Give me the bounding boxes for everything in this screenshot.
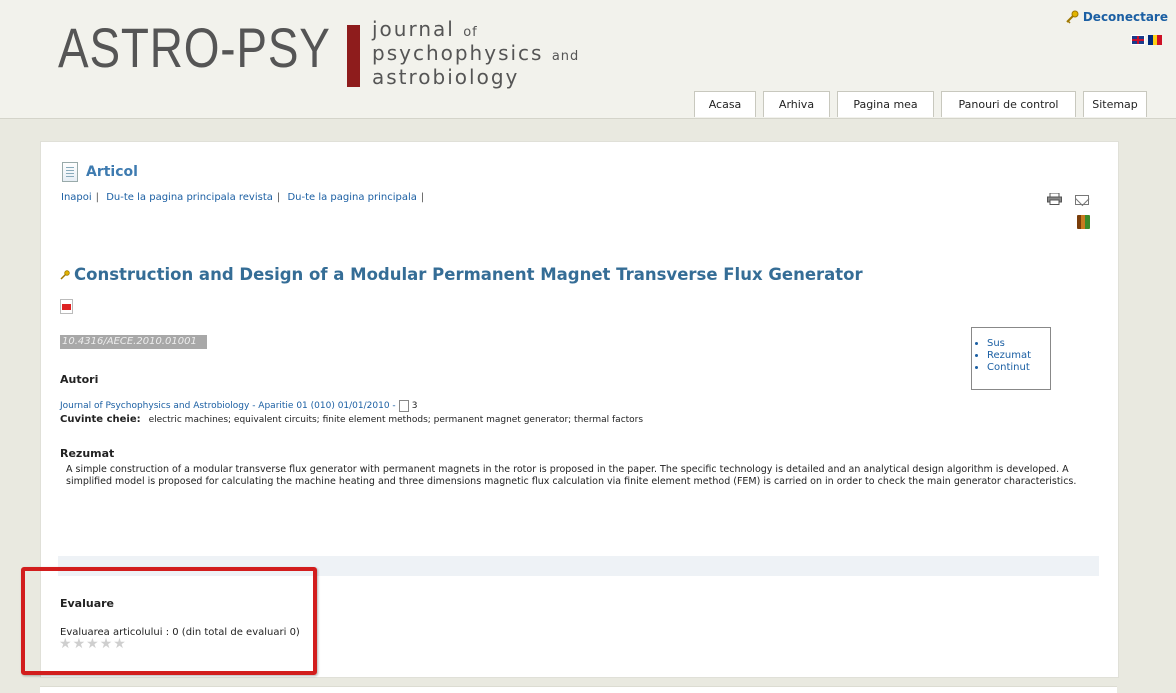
- breadcrumb: Inapoi | Du-te la pagina principala revis…: [61, 192, 425, 203]
- authors-heading: Autori: [60, 373, 99, 386]
- breadcrumb-site-home-link[interactable]: Du-te la pagina principala: [287, 192, 416, 203]
- toc-link-sus[interactable]: Sus: [987, 338, 1050, 350]
- journal-reference: Journal of Psychophysics and Astrobiolog…: [60, 400, 417, 412]
- print-icon[interactable]: [1047, 193, 1062, 205]
- abstract-text: A simple construction of a modular trans…: [66, 464, 1077, 487]
- article-title: Construction and Design of a Modular Per…: [60, 265, 863, 284]
- page-count: 3: [411, 401, 418, 411]
- toc-link-rezumat[interactable]: Rezumat: [987, 350, 1050, 362]
- tab-pagina-mea[interactable]: Pagina mea: [837, 91, 934, 117]
- logo-sub-line3: astrobiology: [372, 65, 520, 89]
- logo-sub-line2-small: and: [551, 49, 580, 64]
- abstract-heading: Rezumat: [60, 447, 115, 460]
- logout-link[interactable]: Deconectare: [1065, 10, 1168, 24]
- main-nav: Acasa Arhiva Pagina mea Panouri de contr…: [694, 91, 1147, 117]
- breadcrumb-journal-home-link[interactable]: Du-te la pagina principala revista: [106, 192, 273, 203]
- keywords-list: electric machines; equivalent circuits; …: [148, 415, 644, 425]
- pdf-icon[interactable]: [60, 299, 73, 314]
- key-icon: [1066, 10, 1079, 24]
- tab-acasa[interactable]: Acasa: [694, 91, 756, 117]
- tab-panouri-de-control[interactable]: Panouri de control: [941, 91, 1076, 117]
- logo-sub-line1-small: of: [463, 25, 478, 40]
- romanian-flag-icon[interactable]: [1148, 35, 1163, 45]
- logo-accent-bar: [347, 25, 360, 87]
- document-icon: [62, 162, 78, 182]
- annotation-highlight-box: [21, 567, 317, 675]
- english-flag-icon[interactable]: [1131, 35, 1145, 45]
- section-header: Articol: [62, 162, 138, 182]
- site-logo-text[interactable]: ASTRO-PSY: [58, 20, 331, 76]
- page-icon: [398, 400, 409, 412]
- book-icon[interactable]: [1077, 215, 1090, 229]
- logo-subtitle: journal of psychophysics and astrobiolog…: [372, 19, 579, 87]
- logout-label[interactable]: Deconectare: [1083, 10, 1168, 24]
- tab-arhiva[interactable]: Arhiva: [763, 91, 830, 117]
- email-icon[interactable]: [1075, 195, 1089, 205]
- keywords-label: Cuvinte cheie:: [60, 414, 141, 425]
- article-title-text: Construction and Design of a Modular Per…: [74, 265, 863, 284]
- toc-link-continut[interactable]: Continut: [987, 362, 1050, 374]
- journal-reference-link[interactable]: Journal of Psychophysics and Astrobiolog…: [60, 401, 396, 411]
- logo-sub-line1: journal: [372, 17, 455, 41]
- keywords-row: Cuvinte cheie: electric machines; equival…: [60, 414, 643, 425]
- breadcrumb-back-link[interactable]: Inapoi: [61, 192, 92, 203]
- tab-sitemap[interactable]: Sitemap: [1083, 91, 1147, 117]
- key-icon: [60, 269, 70, 280]
- table-of-contents: Sus Rezumat Continut: [971, 327, 1051, 390]
- language-switcher: [1131, 35, 1163, 45]
- doi-badge[interactable]: 10.4316/AECE.2010.01001: [60, 335, 207, 349]
- logo-sub-line2: psychophysics: [372, 41, 544, 65]
- site-header: ASTRO-PSY journal of psychophysics and a…: [0, 0, 1176, 119]
- section-title: Articol: [86, 164, 138, 180]
